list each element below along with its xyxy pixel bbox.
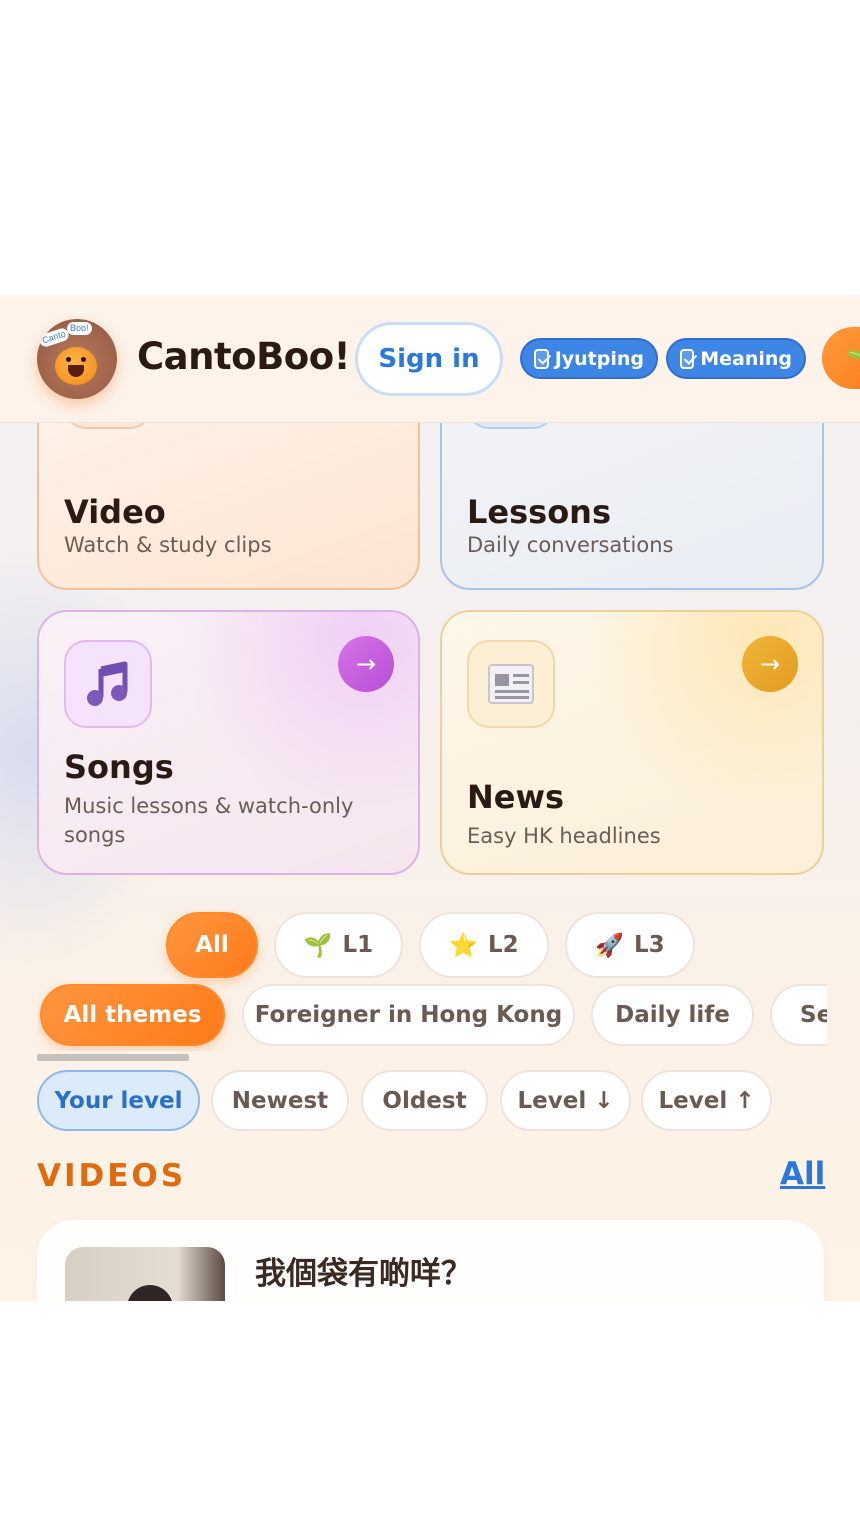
jyutping-toggle-label: Jyutping [554, 347, 644, 370]
logo-bubble-left: Canto [37, 326, 71, 349]
video-thumbnail [65, 1247, 225, 1301]
level-button[interactable]: 🌱 [822, 327, 860, 389]
sort-label: Oldest [382, 1087, 467, 1114]
rocket-icon: 🚀 [595, 932, 624, 959]
meaning-toggle-label: Meaning [700, 347, 792, 370]
sort-label: Your level [54, 1087, 183, 1114]
lessons-card-title: Lessons [467, 493, 611, 531]
checkbox-checked-icon [680, 348, 695, 369]
top-bar: Canto Boo! CantoBoo! Sign in Jyutping Me… [0, 295, 860, 423]
videos-section-title: VIDEOS [37, 1158, 187, 1194]
checkbox-checked-icon [534, 348, 549, 369]
songs-card[interactable]: → Songs Music lessons & watch-only songs [37, 610, 420, 875]
logo[interactable]: Canto Boo! [37, 319, 117, 399]
theme-label: Foreigner in Hong Kong [254, 1002, 563, 1028]
news-card-subtitle: Easy HK headlines [467, 824, 661, 848]
themes-scrollbar[interactable] [37, 1054, 189, 1061]
lessons-card-subtitle: Daily conversations [467, 533, 674, 557]
music-note-icon [64, 640, 152, 728]
songs-arrow-icon[interactable]: → [338, 636, 394, 692]
songs-card-subtitle: Music lessons & watch-only songs [64, 794, 354, 847]
level-filter-label: L1 [342, 932, 374, 958]
video-title: 我個袋有啲咩？ [255, 1256, 472, 1292]
jyutping-toggle[interactable]: Jyutping [520, 338, 658, 379]
videos-all-link[interactable]: All [780, 1156, 825, 1192]
level-filter-l3[interactable]: 🚀 L3 [565, 912, 695, 978]
level-filter-l2[interactable]: ⭐ L2 [419, 912, 549, 978]
theme-label: Se [800, 1002, 827, 1028]
level-filter-label: L3 [633, 932, 665, 958]
seedling-icon: 🌱 [303, 932, 333, 959]
meaning-toggle[interactable]: Meaning [666, 338, 806, 379]
theme-daily-life[interactable]: Daily life [591, 984, 754, 1046]
sort-level-asc[interactable]: Level ↑ [641, 1070, 772, 1131]
news-card-title: News [467, 778, 565, 816]
news-card[interactable]: → News Easy HK headlines [440, 610, 824, 875]
songs-card-title: Songs [64, 748, 174, 786]
theme-all[interactable]: All themes [40, 984, 225, 1046]
level-filter-label: L2 [487, 932, 519, 958]
logo-bubble-right: Boo! [67, 322, 92, 335]
level-filter-all[interactable]: All [166, 912, 258, 978]
level-filter-l1[interactable]: 🌱 L1 [274, 912, 403, 978]
brand-name: CantoBoo! [137, 335, 350, 378]
star-icon: ⭐ [449, 932, 478, 959]
sort-level-desc[interactable]: Level ↓ [500, 1070, 631, 1131]
app-viewport: Video Watch & study clips Lessons Daily … [0, 295, 860, 1301]
theme-label: All themes [63, 1002, 202, 1028]
sort-label: Newest [231, 1087, 329, 1114]
news-arrow-icon[interactable]: → [742, 636, 798, 692]
seedling-icon: 🌱 [846, 345, 860, 371]
sort-label: Level ↓ [517, 1087, 614, 1114]
level-filter-label: All [195, 932, 229, 958]
theme-label: Daily life [615, 1002, 730, 1028]
sort-label: Level ↑ [658, 1087, 755, 1114]
sort-newest[interactable]: Newest [211, 1070, 349, 1131]
video-card-subtitle: Watch & study clips [64, 533, 272, 557]
sort-your-level[interactable]: Your level [37, 1070, 200, 1131]
video-card-title: Video [64, 493, 166, 531]
video-list-item[interactable]: 我個袋有啲咩？ [37, 1220, 824, 1301]
sort-oldest[interactable]: Oldest [361, 1070, 488, 1131]
theme-foreigner-in-hong-kong[interactable]: Foreigner in Hong Kong [242, 984, 575, 1046]
themes-scroller[interactable]: All themes Foreigner in Hong Kong Daily … [37, 981, 827, 1051]
sign-in-button[interactable]: Sign in [355, 322, 503, 396]
theme-partial[interactable]: Se [770, 984, 827, 1046]
newspaper-icon [467, 640, 555, 728]
